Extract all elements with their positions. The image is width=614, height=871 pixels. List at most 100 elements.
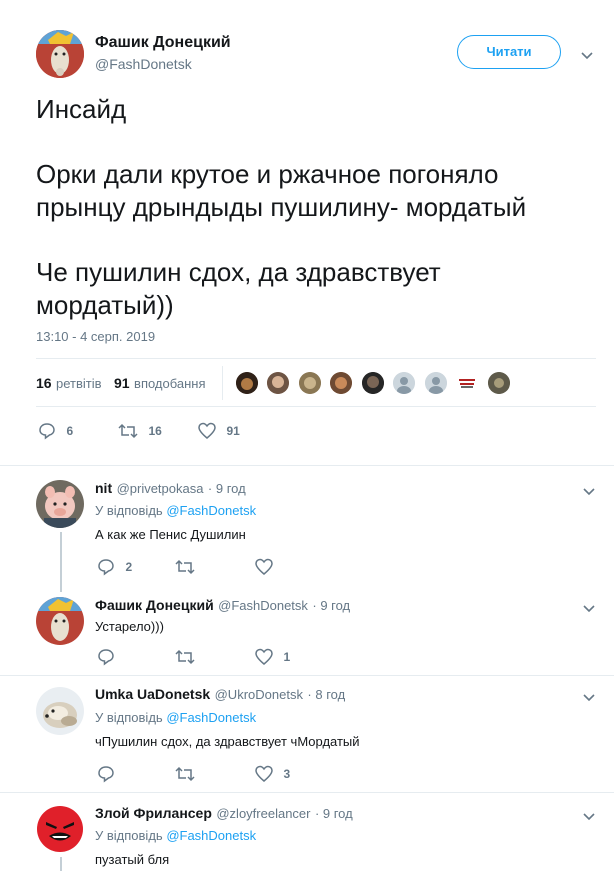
reply-author-handle[interactable]: @FashDonetsk xyxy=(218,598,308,613)
reply-header: Фашик Донецкий @FashDonetsk · 9 год xyxy=(95,597,350,615)
reply-text: чПушилин сдох, да здравствует чМордатый xyxy=(95,734,360,749)
reply-count: 2 xyxy=(125,560,133,574)
reply-to-prefix: У відповідь xyxy=(95,828,163,843)
chevron-down-icon[interactable] xyxy=(582,809,596,827)
reply-time[interactable]: · 9 год xyxy=(208,481,246,496)
liker-avatar[interactable] xyxy=(330,372,353,394)
reply-to-handle[interactable]: @FashDonetsk xyxy=(166,828,256,843)
retweet-icon xyxy=(175,649,195,665)
tweet-text-line: Орки дали крутое и ржачное погоняло xyxy=(36,159,499,189)
reply-to-handle[interactable]: @FashDonetsk xyxy=(166,503,256,518)
divider xyxy=(36,406,596,407)
chevron-down-icon[interactable] xyxy=(582,601,596,619)
author-handle[interactable]: @FashDonetsk xyxy=(95,56,192,72)
retweet-icon xyxy=(175,559,195,575)
reply-avatar[interactable] xyxy=(36,805,84,853)
retweets-count: 16 xyxy=(36,375,52,391)
reply-to-line: У відповідь @FashDonetsk xyxy=(95,710,256,725)
retweet-action[interactable] xyxy=(175,558,195,576)
liker-avatar[interactable] xyxy=(267,372,290,394)
retweet-action[interactable]: 16 xyxy=(118,422,162,440)
chevron-down-icon[interactable] xyxy=(582,690,596,708)
chevron-down-icon[interactable] xyxy=(580,48,594,66)
liker-avatar[interactable] xyxy=(298,372,321,394)
retweet-count: 16 xyxy=(148,424,162,438)
reply-actions: 2 xyxy=(97,558,297,578)
divider xyxy=(0,675,614,676)
likes-stat[interactable]: 91 вподобання xyxy=(114,375,206,393)
reply-action[interactable] xyxy=(97,648,115,666)
retweet-action[interactable] xyxy=(175,765,195,783)
reply-icon xyxy=(39,423,55,440)
liker-avatar[interactable] xyxy=(236,372,258,394)
reply-time[interactable]: · 9 год xyxy=(315,806,353,821)
reply-count: 6 xyxy=(66,424,74,438)
reply-author-name[interactable]: Фашик Донецкий xyxy=(95,597,214,613)
like-count: 91 xyxy=(226,424,240,438)
reply-time[interactable]: · 8 год xyxy=(307,687,345,702)
reply-action[interactable]: 2 xyxy=(97,558,132,576)
liker-avatar[interactable] xyxy=(487,372,510,394)
heart-icon xyxy=(255,648,273,665)
reply-to-line: У відповідь @FashDonetsk xyxy=(95,503,256,518)
reply-text: пузатый бля xyxy=(95,852,170,867)
like-count: 1 xyxy=(283,650,291,664)
reply-actions: 3 xyxy=(97,765,317,785)
reply-author-handle[interactable]: @UkroDonetsk xyxy=(215,687,303,702)
reply-author-handle[interactable]: @zloyfreelancer xyxy=(216,806,310,821)
tweet-timestamp[interactable]: 13:10 - 4 серп. 2019 xyxy=(36,329,155,344)
reply-to-line: У відповідь @FashDonetsk xyxy=(95,828,256,843)
reply-icon xyxy=(98,766,114,783)
reply-to-prefix: У відповідь xyxy=(95,710,163,725)
stats-divider xyxy=(222,366,223,400)
like-action[interactable]: 91 xyxy=(198,422,240,440)
reply-avatar[interactable] xyxy=(36,687,84,735)
tweet-text-line: прынцу дрындыды пушилину- мордатый xyxy=(36,192,527,222)
likers-avatars xyxy=(236,372,515,394)
thread-line xyxy=(60,857,62,871)
like-action[interactable] xyxy=(255,558,273,576)
reply-avatar[interactable] xyxy=(36,480,84,528)
liker-avatar[interactable] xyxy=(393,372,416,394)
liker-avatar[interactable] xyxy=(361,372,384,394)
reply-to-handle[interactable]: @FashDonetsk xyxy=(166,710,256,725)
retweet-action[interactable] xyxy=(175,648,195,666)
retweet-icon xyxy=(118,423,138,439)
heart-icon xyxy=(255,558,273,575)
retweets-label: ретвітів xyxy=(56,376,102,391)
reply-icon xyxy=(98,559,114,576)
reply-avatar[interactable] xyxy=(36,597,84,645)
reply-to-prefix: У відповідь xyxy=(95,503,163,518)
heart-icon xyxy=(255,765,273,782)
divider xyxy=(36,358,596,359)
like-count: 3 xyxy=(283,767,291,781)
author-name[interactable]: Фашик Донецкий xyxy=(95,34,231,52)
reply-header: Umka UaDonetsk @UkroDonetsk · 8 год xyxy=(95,686,345,704)
reply-time[interactable]: · 9 год xyxy=(312,598,350,613)
reply-action[interactable]: 6 xyxy=(38,422,73,440)
divider xyxy=(0,465,614,466)
liker-avatar[interactable] xyxy=(424,372,447,394)
reply-text: А как же Пенис Душилин xyxy=(95,527,246,542)
reply-actions: 1 xyxy=(97,648,317,668)
reply-text: Устарело))) xyxy=(95,619,164,634)
likes-count: 91 xyxy=(114,375,130,391)
thread-line xyxy=(60,532,62,592)
author-avatar[interactable] xyxy=(36,30,84,78)
liker-avatar[interactable] xyxy=(456,372,479,394)
reply-author-name[interactable]: Злой Фрилансер xyxy=(95,805,212,821)
chevron-down-icon[interactable] xyxy=(582,484,596,502)
like-action[interactable]: 3 xyxy=(255,765,290,783)
reply-author-handle[interactable]: @privetpokasa xyxy=(117,481,204,496)
like-action[interactable]: 1 xyxy=(255,648,290,666)
heart-icon xyxy=(198,422,216,439)
reply-author-name[interactable]: nit xyxy=(95,480,112,496)
follow-button[interactable]: Читати xyxy=(457,35,561,69)
tweet-text-line: мордатый)) xyxy=(36,290,174,320)
tweet-text-line: Че пушилин сдох, да здравствует xyxy=(36,257,441,287)
reply-author-name[interactable]: Umka UaDonetsk xyxy=(95,686,210,702)
reply-icon xyxy=(98,649,114,666)
reply-action[interactable] xyxy=(97,765,115,783)
reply-header: nit @privetpokasa · 9 год xyxy=(95,480,246,498)
retweets-stat[interactable]: 16 ретвітів xyxy=(36,375,102,393)
